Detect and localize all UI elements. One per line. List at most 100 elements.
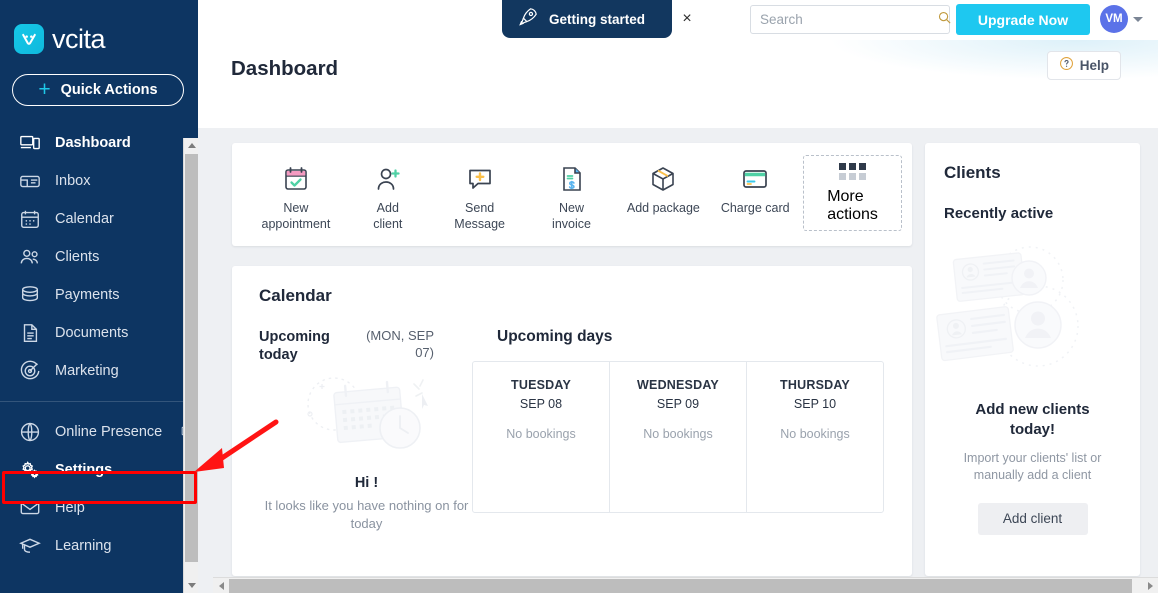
day-column[interactable]: WEDNESDAY SEP 09 No bookings [610,362,747,512]
sidebar-item-documents[interactable]: Documents [0,314,198,352]
scroll-left-arrow-icon[interactable] [213,578,229,593]
invoice-dollar-icon [558,164,586,194]
question-circle-icon [1059,56,1074,76]
sidebar-item-label: Documents [55,325,129,341]
sidebar-item-label: Payments [55,287,120,303]
calendar-empty-illustration [306,377,428,449]
credit-card-icon [741,164,769,194]
action-label: Add client [373,201,403,231]
action-send-message[interactable]: Send Message [434,161,526,232]
documents-icon [18,322,41,345]
add-client-button[interactable]: Add client [977,502,1088,535]
today-date: (MON, SEP 07) [366,328,434,360]
day-name: TUESDAY [511,378,571,392]
user-menu[interactable]: VM [1100,5,1143,33]
grid-dots-icon [839,162,867,180]
sidebar-item-help[interactable]: Help [0,489,198,527]
sidebar-item-label: Marketing [55,363,119,379]
action-label: New invoice [552,201,591,231]
chevron-down-icon[interactable] [1133,16,1143,22]
horizontal-scrollbar[interactable] [213,577,1158,593]
payments-icon [18,284,41,307]
avatar[interactable]: VM [1100,5,1128,33]
vcita-logo-icon [14,24,44,54]
sidebar-scrollbar[interactable] [183,138,198,593]
day-column[interactable]: THURSDAY SEP 10 No bookings [747,362,883,512]
sidebar-item-label: Help [55,500,85,516]
calendar-icon [18,208,41,231]
globe-icon [18,421,41,444]
search-input[interactable] [760,12,937,27]
sidebar-item-label: Clients [55,249,100,265]
day-name: THURSDAY [780,378,850,392]
action-charge-card[interactable]: Charge card [709,161,801,217]
sidebar-item-label: Inbox [55,173,91,189]
day-bookings: No bookings [780,427,850,441]
action-add-package[interactable]: Add package [617,161,709,217]
scroll-down-arrow-icon[interactable] [184,578,199,593]
action-new-invoice[interactable]: New invoice [526,161,618,232]
page-title: Dashboard [231,57,339,80]
quick-actions-card: New appointment Add client Send Message New… [232,143,912,246]
sidebar: vcita + Quick Actions Dashboard Inbox Ca… [0,0,198,593]
upcoming-today-label: Upcoming today [259,329,330,364]
message-plus-icon [466,164,494,194]
getting-started-tab[interactable]: Getting started [502,0,672,38]
sidebar-item-inbox[interactable]: Inbox [0,162,198,200]
package-box-icon [649,164,677,194]
action-label: Send Message [454,201,506,231]
help-button[interactable]: Help [1046,51,1121,80]
sidebar-item-clients[interactable]: Clients [0,238,198,276]
sidebar-item-label: Settings [55,462,113,478]
page-header: Dashboard Help [198,40,1158,128]
search-icon[interactable] [937,10,952,30]
gear-icon [18,459,41,482]
search-box[interactable] [750,5,952,34]
day-date: SEP 10 [793,397,837,411]
sidebar-scroll-thumb[interactable] [185,154,198,562]
calendar-empty-title: Hi ! [354,475,379,491]
day-column[interactable]: TUESDAY SEP 08 No bookings [473,362,610,512]
scroll-up-arrow-icon[interactable] [184,138,199,153]
action-label: Add package [626,201,700,215]
action-label: New appointment [261,201,331,231]
clients-card: Clients Recently active Add new clients … [925,143,1140,576]
marketing-icon [18,360,41,383]
rocket-icon [518,6,539,32]
close-icon[interactable]: × [678,10,696,28]
quick-actions-label: Quick Actions [60,82,158,98]
graduation-cap-icon [18,535,41,558]
upcoming-days-label: Upcoming days [497,328,613,345]
clients-empty-title: Add new clients today! [975,401,1090,439]
horizontal-scroll-thumb[interactable] [229,578,1132,593]
sidebar-item-label: Online Presence [55,424,163,440]
sidebar-item-dashboard[interactable]: Dashboard [0,124,198,162]
day-date: SEP 09 [656,397,700,411]
user-plus-icon [374,164,402,194]
sidebar-item-learning[interactable]: Learning [0,527,198,565]
day-name: WEDNESDAY [637,378,719,392]
clients-empty-illustration [936,246,1079,367]
calendar-subheader-row: Upcoming today (MON, SEP 07) Upcoming da… [259,328,912,364]
sidebar-item-marketing[interactable]: Marketing [0,352,198,390]
day-bookings: No bookings [643,427,713,441]
more-actions-button[interactable]: More actions [803,155,902,231]
dashboard-icon [18,132,41,155]
quick-actions-button[interactable]: + Quick Actions [12,74,184,106]
inbox-icon [18,170,41,193]
action-label: Charge card [720,201,790,215]
sidebar-item-calendar[interactable]: Calendar [0,200,198,238]
sidebar-item-online-presence[interactable]: Online Presence [0,413,198,451]
day-bookings: No bookings [506,427,576,441]
day-date: SEP 08 [519,397,563,411]
logo[interactable]: vcita [0,0,198,56]
action-add-client[interactable]: Add client [342,161,434,232]
help-label: Help [1079,58,1109,73]
sidebar-item-payments[interactable]: Payments [0,276,198,314]
action-new-appointment[interactable]: New appointment [250,161,342,232]
upgrade-now-button[interactable]: Upgrade Now [956,4,1090,35]
scroll-right-arrow-icon[interactable] [1142,578,1158,593]
sidebar-item-settings[interactable]: Settings [0,451,198,489]
more-actions-label: More actions [827,187,878,223]
plus-icon: + [38,77,51,101]
